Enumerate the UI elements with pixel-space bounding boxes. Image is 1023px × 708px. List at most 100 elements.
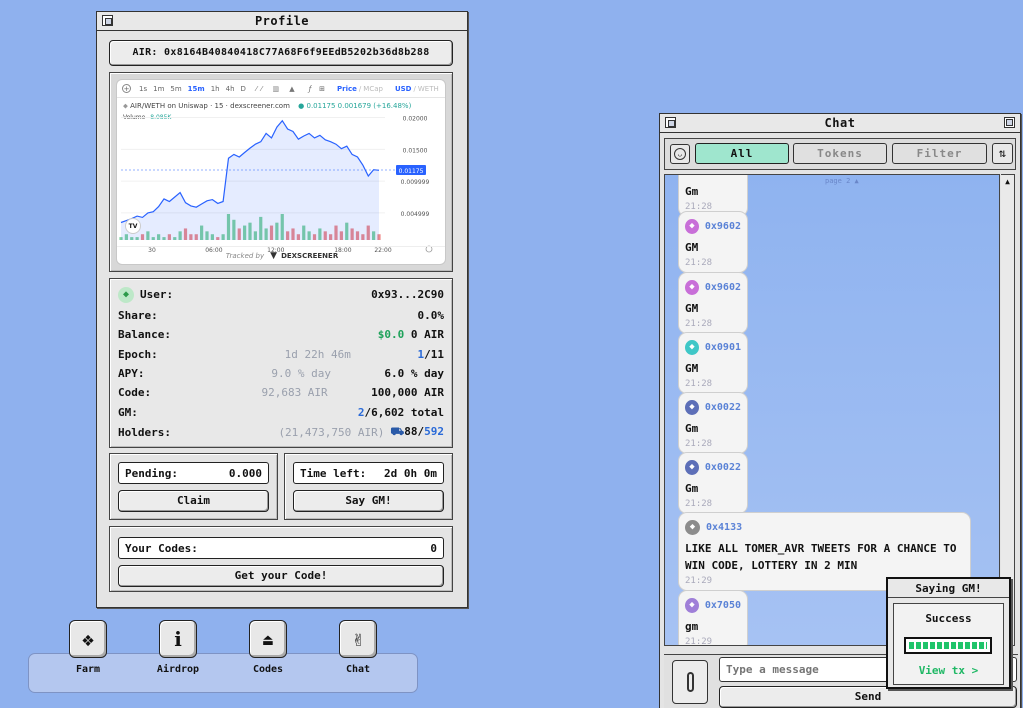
eth-avatar-icon: ◆ (685, 597, 699, 613)
balance-usd: $0.0 (377, 328, 405, 341)
chat-message[interactable]: ◆ 0x0901 GM 21:28 (678, 332, 748, 394)
farm-icon[interactable]: ❖ (69, 620, 107, 658)
message-scrollbar[interactable]: ▲ (1001, 174, 1015, 646)
dock-item-airdrop[interactable]: i Airdrop (157, 620, 199, 675)
message-time: 21:29 (685, 637, 713, 646)
chart-footer: Tracked by ▼ DEXSCREENER (117, 246, 445, 264)
user-address[interactable]: 0x93...2C90 (371, 288, 444, 301)
message-time: 21:28 (685, 379, 713, 389)
dock-item-farm[interactable]: ❖ Farm (68, 620, 108, 675)
y-tick-label: 0.01500 (403, 147, 428, 154)
sender-address[interactable]: 0x4133 (706, 522, 742, 533)
share-row: Share: 0.0% (118, 309, 444, 322)
toast-progress-bar (904, 637, 992, 654)
sort-button[interactable]: ⇅ (992, 143, 1013, 164)
sort-arrows-icon: ⇅ (998, 146, 1007, 160)
tradingview-logo: TV (125, 218, 141, 234)
tab-filter[interactable]: Filter (892, 143, 987, 164)
user-row: ◆ User: 0x93...2C90 (118, 285, 444, 304)
chat-message[interactable]: ◆ 0x9602 GM 21:28 (678, 211, 748, 273)
message-list[interactable]: page 2 ▲ Gm 21:28 ◆ 0x9602 GM 21:28 ◆ 0x9602 GM 2… (664, 174, 1000, 646)
message-text: Gm (685, 422, 699, 435)
message-header: ◆ 0x9602 (685, 279, 741, 295)
eth-avatar-icon: ◆ (685, 519, 700, 535)
sender-address[interactable]: 0x0022 (705, 462, 741, 473)
message-header: ◆ 0x0901 (685, 339, 741, 355)
chat-message[interactable]: ◆ 0x0022 Gm 21:28 (678, 452, 748, 514)
air-address-button[interactable]: AIR: 0x8164B40840418C77A68F6f9EEdB5202b3… (109, 40, 453, 66)
message-text: LIKE ALL TOMER_AVR TWEETS FOR A CHANCE T… (685, 542, 957, 572)
holders-row: Holders: (21,473,750 AIR) ⛟88/592 (118, 425, 444, 439)
tab-tokens[interactable]: Tokens (793, 143, 887, 164)
chat-message[interactable]: ◆ 0x7050 gm 21:29 (678, 590, 748, 646)
eject-icon[interactable]: ⏏ (249, 620, 287, 658)
epoch-row: Epoch: 1d 22h 46m 1/11 (118, 348, 444, 361)
say-gm-button[interactable]: Say GM! (293, 490, 444, 512)
price-chart[interactable]: 0.020000.015000.0099990.0049990.0117530 0… (117, 80, 446, 265)
message-time: 21:28 (685, 439, 713, 449)
claim-button[interactable]: Claim (118, 490, 269, 512)
view-tx-link[interactable]: View tx > (894, 664, 1003, 677)
chat-message[interactable]: ◆ 0x0022 Gm 21:28 (678, 392, 748, 454)
message-time: 21:28 (685, 258, 713, 268)
dock-item-chat[interactable]: ✌ Chat (338, 620, 378, 675)
chart-panel: + 1s 1m 5m 15m 1h 4h D ⁄⁄ ▥ ▲ ƒ ⊞ Price / MCap… (109, 72, 453, 272)
stats-panel: ◆ User: 0x93...2C90 Share: 0.0% Balance:… (109, 278, 453, 448)
message-header: ◆ 0x7050 (685, 597, 741, 613)
window-title: Chat (824, 116, 856, 130)
pending-field: Pending: 0.000 (118, 462, 269, 484)
price-area (121, 120, 379, 240)
toast-progress-fill (909, 642, 987, 649)
eth-avatar-icon: ◆ (685, 218, 699, 234)
close-box-icon[interactable] (102, 15, 113, 26)
profile-window: Profile AIR: 0x8164B40840418C77A68F6f9EE… (96, 11, 468, 608)
chat-titlebar: Chat (660, 114, 1020, 133)
message-text: GM (685, 241, 699, 254)
get-code-button[interactable]: Get your Code! (118, 565, 444, 587)
scroll-up-arrow-icon[interactable]: ▲ (1002, 177, 1013, 186)
sender-address[interactable]: 0x7050 (705, 600, 741, 611)
profile-titlebar: Profile (97, 12, 467, 31)
dock-item-codes[interactable]: ⏏ Codes (248, 620, 288, 675)
timeleft-panel: Time left: 2d 0h 0m Say GM! (284, 453, 453, 520)
pending-panel: Pending: 0.000 Claim (109, 453, 278, 520)
message-time: 21:28 (685, 319, 713, 329)
sender-address[interactable]: 0x9602 (705, 282, 741, 293)
close-box-icon[interactable] (665, 117, 676, 128)
message-text: Gm (685, 482, 699, 495)
codes-panel: Your Codes: 0 Get your Code! (109, 526, 453, 592)
eth-avatar-icon: ◆ (685, 459, 699, 475)
saying-gm-toast: Saying GM! Success View tx > (886, 577, 1011, 689)
chat-message[interactable]: ◆ 0x9602 GM 21:28 (678, 272, 748, 334)
peace-hand-icon[interactable]: ✌ (339, 620, 377, 658)
sender-address[interactable]: 0x0022 (705, 402, 741, 413)
balance-row: Balance: $0.0 0 AIR (118, 328, 444, 341)
gm-row: GM: 2/6,602 total (118, 406, 444, 419)
emoji-button[interactable]: ◡ (670, 144, 690, 164)
window-title: Profile (254, 14, 310, 28)
tab-all[interactable]: All (695, 143, 789, 164)
attach-button[interactable] (672, 660, 708, 704)
dexscreener-embed[interactable]: + 1s 1m 5m 15m 1h 4h D ⁄⁄ ▥ ▲ ƒ ⊞ Price / MCap… (116, 79, 446, 265)
code-row: Code: 92,683 AIR 100,000 AIR (118, 386, 444, 399)
zoom-box-icon[interactable] (1004, 117, 1015, 128)
send-button[interactable]: Send (719, 686, 1017, 708)
y-tick-label: 0.02000 (403, 116, 428, 123)
message-text: GM (685, 362, 699, 375)
info-icon[interactable]: i (159, 620, 197, 658)
toast-body: Success View tx > (893, 603, 1004, 685)
sender-address[interactable]: 0x9602 (705, 221, 741, 232)
price-tag-label: 0.01175 (399, 168, 424, 175)
toast-status: Success (925, 612, 972, 625)
time-left-field: Time left: 2d 0h 0m (293, 462, 444, 484)
holders-icon: ⛟ (390, 425, 405, 438)
message-header: ◆ 0x0022 (685, 459, 741, 475)
sender-address[interactable]: 0x0901 (705, 342, 741, 353)
dexscreener-logo-icon: ▼ (270, 250, 278, 261)
your-codes-field: Your Codes: 0 (118, 537, 444, 559)
eth-icon: ◆ (118, 286, 134, 303)
eth-avatar-icon: ◆ (685, 339, 699, 355)
message-header: ◆ 0x9602 (685, 218, 741, 234)
message-time: 21:28 (685, 499, 713, 509)
epoch-countdown: 1d 22h 46m (284, 348, 351, 361)
